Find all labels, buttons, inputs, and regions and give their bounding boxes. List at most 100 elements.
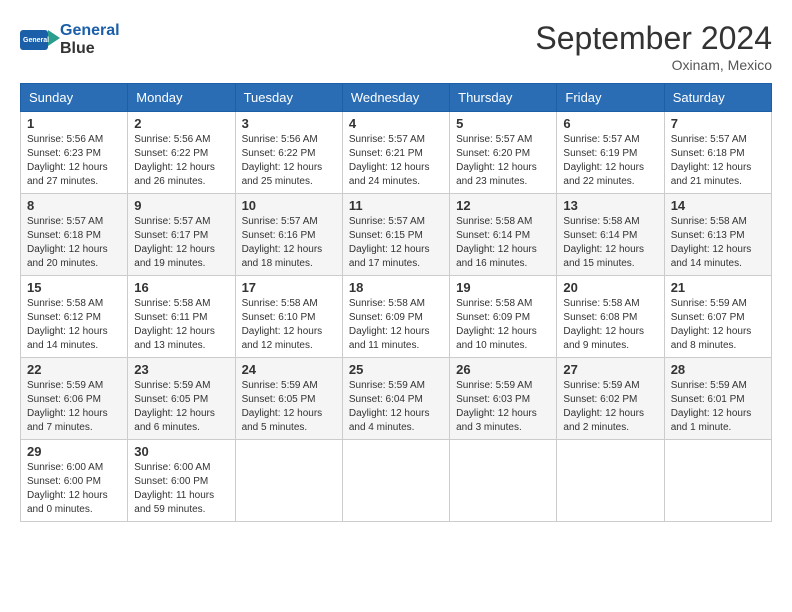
weekday-header-row: SundayMondayTuesdayWednesdayThursdayFrid… [21, 84, 772, 112]
day-info: Sunrise: 5:59 AM Sunset: 6:03 PM Dayligh… [456, 379, 550, 435]
day-info: Sunrise: 5:59 AM Sunset: 6:06 PM Dayligh… [27, 379, 121, 435]
day-number: 7 [671, 116, 765, 131]
day-number: 28 [671, 362, 765, 377]
day-number: 11 [349, 198, 443, 213]
day-number: 6 [563, 116, 657, 131]
calendar-week-row: 15 Sunrise: 5:58 AM Sunset: 6:12 PM Dayli… [21, 276, 772, 358]
day-info: Sunrise: 5:59 AM Sunset: 6:01 PM Dayligh… [671, 379, 765, 435]
day-info: Sunrise: 5:57 AM Sunset: 6:18 PM Dayligh… [671, 133, 765, 189]
weekday-header: Sunday [21, 84, 128, 112]
calendar-cell: 3Sunrise: 5:56 AM Sunset: 6:22 PM Daylig… [235, 112, 342, 194]
day-info: Sunrise: 5:58 AM Sunset: 6:09 PM Dayligh… [456, 297, 550, 353]
calendar-week-row: 29 Sunrise: 6:00 AM Sunset: 6:00 PM Dayli… [21, 440, 772, 522]
day-info: Sunrise: 5:57 AM Sunset: 6:18 PM Dayligh… [27, 215, 121, 271]
day-info: Sunrise: 5:59 AM Sunset: 6:07 PM Dayligh… [671, 297, 765, 353]
day-info: Sunrise: 5:58 AM Sunset: 6:14 PM Dayligh… [563, 215, 657, 271]
day-number: 14 [671, 198, 765, 213]
day-number: 27 [563, 362, 657, 377]
calendar-cell: 12 Sunrise: 5:58 AM Sunset: 6:14 PM Dayli… [450, 194, 557, 276]
day-number: 16 [134, 280, 228, 295]
calendar-cell: 25Sunrise: 5:59 AM Sunset: 6:04 PM Dayli… [342, 358, 449, 440]
calendar-cell: 27 Sunrise: 5:59 AM Sunset: 6:02 PM Dayli… [557, 358, 664, 440]
weekday-header: Friday [557, 84, 664, 112]
day-number: 13 [563, 198, 657, 213]
day-number: 17 [242, 280, 336, 295]
day-info: Sunrise: 5:58 AM Sunset: 6:08 PM Dayligh… [563, 297, 657, 353]
weekday-header: Wednesday [342, 84, 449, 112]
calendar-cell: 29 Sunrise: 6:00 AM Sunset: 6:00 PM Dayli… [21, 440, 128, 522]
day-number: 5 [456, 116, 550, 131]
calendar-week-row: 8 Sunrise: 5:57 AM Sunset: 6:18 PM Daylig… [21, 194, 772, 276]
day-number: 22 [27, 362, 121, 377]
weekday-header: Monday [128, 84, 235, 112]
logo-wordmark: GeneralBlue [60, 22, 120, 58]
title-block: September 2024 Oxinam, Mexico [535, 20, 772, 73]
calendar-cell [235, 440, 342, 522]
day-info: Sunrise: 6:00 AM Sunset: 6:00 PM Dayligh… [27, 461, 121, 517]
day-info: Sunrise: 6:00 AM Sunset: 6:00 PM Dayligh… [134, 461, 228, 517]
day-number: 8 [27, 198, 121, 213]
calendar-table: SundayMondayTuesdayWednesdayThursdayFrid… [20, 83, 772, 522]
day-info: Sunrise: 5:59 AM Sunset: 6:04 PM Dayligh… [349, 379, 443, 435]
calendar-cell: 5Sunrise: 5:57 AM Sunset: 6:20 PM Daylig… [450, 112, 557, 194]
day-info: Sunrise: 5:58 AM Sunset: 6:10 PM Dayligh… [242, 297, 336, 353]
day-number: 15 [27, 280, 121, 295]
day-number: 24 [242, 362, 336, 377]
calendar-cell: 21Sunrise: 5:59 AM Sunset: 6:07 PM Dayli… [664, 276, 771, 358]
calendar-cell [664, 440, 771, 522]
day-info: Sunrise: 5:58 AM Sunset: 6:13 PM Dayligh… [671, 215, 765, 271]
calendar-cell: 1 Sunrise: 5:56 AM Sunset: 6:23 PM Daylig… [21, 112, 128, 194]
calendar-cell: 9 Sunrise: 5:57 AM Sunset: 6:17 PM Daylig… [128, 194, 235, 276]
calendar-cell: 7 Sunrise: 5:57 AM Sunset: 6:18 PM Daylig… [664, 112, 771, 194]
day-info: Sunrise: 5:59 AM Sunset: 6:05 PM Dayligh… [134, 379, 228, 435]
calendar-cell: 8 Sunrise: 5:57 AM Sunset: 6:18 PM Daylig… [21, 194, 128, 276]
calendar-cell [557, 440, 664, 522]
day-info: Sunrise: 5:57 AM Sunset: 6:17 PM Dayligh… [134, 215, 228, 271]
calendar-cell: 20 Sunrise: 5:58 AM Sunset: 6:08 PM Dayli… [557, 276, 664, 358]
day-number: 20 [563, 280, 657, 295]
calendar-cell [450, 440, 557, 522]
calendar-cell: 19Sunrise: 5:58 AM Sunset: 6:09 PM Dayli… [450, 276, 557, 358]
calendar-cell [342, 440, 449, 522]
logo-svg: General [20, 20, 60, 60]
calendar-cell: 28 Sunrise: 5:59 AM Sunset: 6:01 PM Dayli… [664, 358, 771, 440]
calendar-cell: 15 Sunrise: 5:58 AM Sunset: 6:12 PM Dayli… [21, 276, 128, 358]
calendar-cell: 6 Sunrise: 5:57 AM Sunset: 6:19 PM Daylig… [557, 112, 664, 194]
calendar-cell: 2 Sunrise: 5:56 AM Sunset: 6:22 PM Daylig… [128, 112, 235, 194]
day-info: Sunrise: 5:58 AM Sunset: 6:14 PM Dayligh… [456, 215, 550, 271]
day-number: 18 [349, 280, 443, 295]
weekday-header: Tuesday [235, 84, 342, 112]
day-info: Sunrise: 5:58 AM Sunset: 6:12 PM Dayligh… [27, 297, 121, 353]
day-number: 2 [134, 116, 228, 131]
calendar-cell: 26 Sunrise: 5:59 AM Sunset: 6:03 PM Dayli… [450, 358, 557, 440]
calendar-cell: 10 Sunrise: 5:57 AM Sunset: 6:16 PM Dayli… [235, 194, 342, 276]
day-number: 29 [27, 444, 121, 459]
weekday-header: Saturday [664, 84, 771, 112]
calendar-cell: 30 Sunrise: 6:00 AM Sunset: 6:00 PM Dayli… [128, 440, 235, 522]
page-header: General GeneralBlue September 2024 Oxina… [20, 20, 772, 73]
day-number: 1 [27, 116, 121, 131]
calendar-week-row: 22 Sunrise: 5:59 AM Sunset: 6:06 PM Dayli… [21, 358, 772, 440]
day-info: Sunrise: 5:57 AM Sunset: 6:19 PM Dayligh… [563, 133, 657, 189]
calendar-cell: 13 Sunrise: 5:58 AM Sunset: 6:14 PM Dayli… [557, 194, 664, 276]
day-number: 30 [134, 444, 228, 459]
day-info: Sunrise: 5:56 AM Sunset: 6:22 PM Dayligh… [242, 133, 336, 189]
day-info: Sunrise: 5:57 AM Sunset: 6:16 PM Dayligh… [242, 215, 336, 271]
calendar-cell: 22 Sunrise: 5:59 AM Sunset: 6:06 PM Dayli… [21, 358, 128, 440]
day-info: Sunrise: 5:56 AM Sunset: 6:22 PM Dayligh… [134, 133, 228, 189]
day-number: 9 [134, 198, 228, 213]
month-title: September 2024 [535, 20, 772, 57]
calendar-cell: 14 Sunrise: 5:58 AM Sunset: 6:13 PM Dayli… [664, 194, 771, 276]
day-info: Sunrise: 5:56 AM Sunset: 6:23 PM Dayligh… [27, 133, 121, 189]
day-info: Sunrise: 5:59 AM Sunset: 6:02 PM Dayligh… [563, 379, 657, 435]
day-number: 12 [456, 198, 550, 213]
day-info: Sunrise: 5:57 AM Sunset: 6:21 PM Dayligh… [349, 133, 443, 189]
day-number: 26 [456, 362, 550, 377]
calendar-cell: 23Sunrise: 5:59 AM Sunset: 6:05 PM Dayli… [128, 358, 235, 440]
location: Oxinam, Mexico [535, 57, 772, 73]
day-info: Sunrise: 5:58 AM Sunset: 6:11 PM Dayligh… [134, 297, 228, 353]
calendar-cell: 4Sunrise: 5:57 AM Sunset: 6:21 PM Daylig… [342, 112, 449, 194]
day-info: Sunrise: 5:59 AM Sunset: 6:05 PM Dayligh… [242, 379, 336, 435]
day-number: 10 [242, 198, 336, 213]
calendar-cell: 24 Sunrise: 5:59 AM Sunset: 6:05 PM Dayli… [235, 358, 342, 440]
